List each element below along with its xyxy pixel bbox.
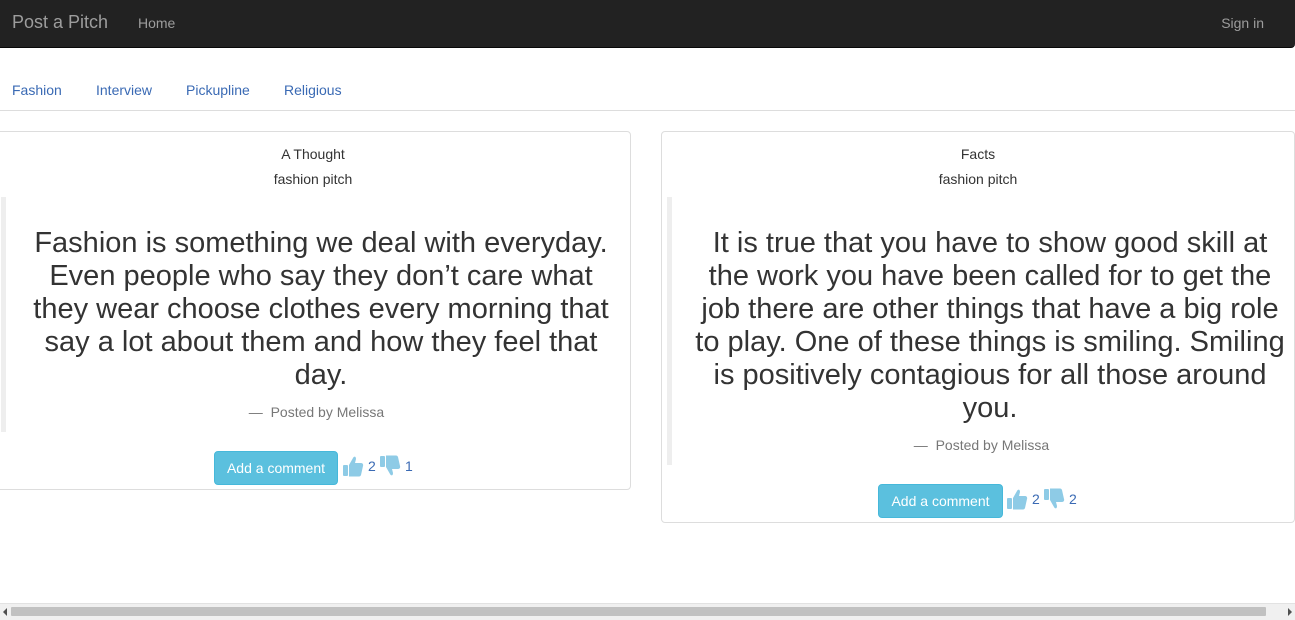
downvote-count: 2 xyxy=(1069,491,1077,507)
upvote-control[interactable]: 2 xyxy=(342,454,376,478)
pitch-category: fashion pitch xyxy=(938,171,1018,187)
category-link-pickupline[interactable]: Pickupline xyxy=(186,82,250,98)
thumbs-up-icon[interactable] xyxy=(1006,487,1028,511)
pitch-author: — Posted by Melissa xyxy=(672,437,1291,453)
pitch-card: A Thought fashion pitch Fashion is somet… xyxy=(0,131,631,490)
nav-home-link[interactable]: Home xyxy=(138,15,175,31)
author-dash: — xyxy=(248,404,263,420)
category-nav: Fashion Interview Pickupline Religious xyxy=(0,48,1295,111)
pitch-quote: It is true that you have to show good sk… xyxy=(667,197,1291,465)
upvote-count: 2 xyxy=(368,458,376,474)
downvote-control[interactable]: 2 xyxy=(1043,487,1077,511)
author-text: Posted by Melissa xyxy=(270,404,385,420)
downvote-count: 1 xyxy=(405,458,413,474)
horizontal-scrollbar[interactable] xyxy=(0,603,1295,620)
thumbs-down-icon[interactable] xyxy=(1043,487,1065,511)
pitch-card: Facts fashion pitch It is true that you … xyxy=(661,131,1295,523)
pitch-title: A Thought xyxy=(281,146,345,162)
add-comment-button[interactable]: Add a comment xyxy=(214,451,338,485)
pitch-body: Fashion is something we deal with everyd… xyxy=(33,227,609,391)
add-comment-button[interactable]: Add a comment xyxy=(878,484,1003,518)
author-text: Posted by Melissa xyxy=(935,437,1050,453)
scrollbar-thumb[interactable] xyxy=(11,607,1266,616)
pitch-body: It is true that you have to show good sk… xyxy=(695,227,1285,424)
upvote-control[interactable]: 2 xyxy=(1006,487,1040,511)
pitch-quote: Fashion is something we deal with everyd… xyxy=(1,197,627,432)
nav-signin-link[interactable]: Sign in xyxy=(1221,15,1264,31)
top-navbar: Post a Pitch Home Sign in xyxy=(0,0,1295,48)
author-dash: — xyxy=(913,437,928,453)
scroll-left-arrow-icon[interactable] xyxy=(3,608,7,616)
category-link-interview[interactable]: Interview xyxy=(96,82,152,98)
category-link-religious[interactable]: Religious xyxy=(284,82,342,98)
pitch-category: fashion pitch xyxy=(273,171,353,187)
downvote-control[interactable]: 1 xyxy=(379,454,413,478)
brand-link[interactable]: Post a Pitch xyxy=(12,12,108,33)
scroll-right-arrow-icon[interactable] xyxy=(1288,608,1292,616)
pitch-title: Facts xyxy=(960,146,996,162)
thumbs-up-icon[interactable] xyxy=(342,454,364,478)
thumbs-down-icon[interactable] xyxy=(379,454,401,478)
upvote-count: 2 xyxy=(1032,491,1040,507)
pitch-author: — Posted by Melissa xyxy=(6,404,627,420)
category-link-fashion[interactable]: Fashion xyxy=(12,82,62,98)
